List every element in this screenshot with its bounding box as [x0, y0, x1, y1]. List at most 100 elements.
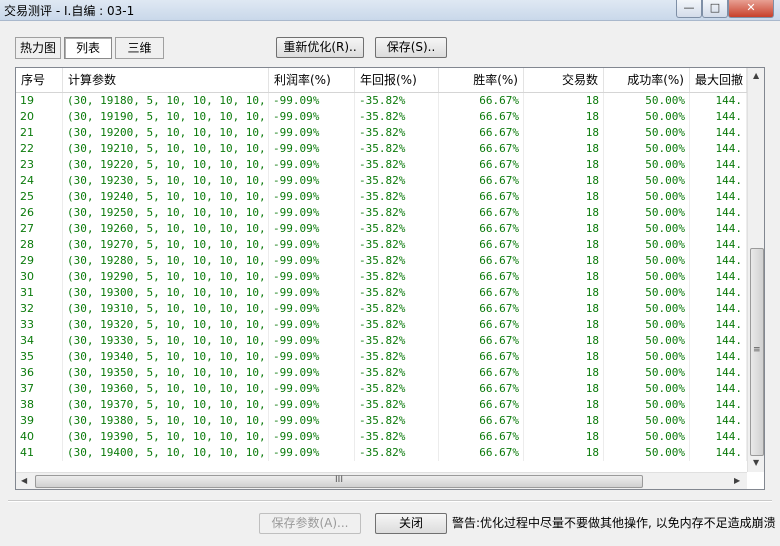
cell-params: (30, 19310, 5, 10, 10, 10, 10, 10): [63, 301, 269, 317]
cell-max-drawdown: 144.: [690, 189, 747, 205]
cell-success-rate: 50.00%: [604, 381, 690, 397]
horizontal-scroll-thumb[interactable]: III: [35, 475, 643, 488]
cell-annual-return: -35.82%: [355, 301, 439, 317]
table-row[interactable]: 26(30, 19250, 5, 10, 10, 10, 10, 10)-99.…: [16, 205, 747, 221]
scroll-up-arrow-icon[interactable]: ▲: [753, 71, 759, 80]
cell-max-drawdown: 144.: [690, 429, 747, 445]
cell-profit-rate: -99.09%: [269, 285, 355, 301]
table-row[interactable]: 25(30, 19240, 5, 10, 10, 10, 10, 10)-99.…: [16, 189, 747, 205]
cell-success-rate: 50.00%: [604, 397, 690, 413]
cell-win-rate: 66.67%: [439, 157, 524, 173]
table-row[interactable]: 36(30, 19350, 5, 10, 10, 10, 10, 10)-99.…: [16, 365, 747, 381]
table-row[interactable]: 29(30, 19280, 5, 10, 10, 10, 10, 10)-99.…: [16, 253, 747, 269]
cell-params: (30, 19370, 5, 10, 10, 10, 10, 10): [63, 397, 269, 413]
cell-success-rate: 50.00%: [604, 333, 690, 349]
table-row[interactable]: 38(30, 19370, 5, 10, 10, 10, 10, 10)-99.…: [16, 397, 747, 413]
tab-3d[interactable]: 三维: [115, 37, 164, 59]
header-win-rate[interactable]: 胜率(%): [439, 68, 524, 92]
close-icon[interactable]: ✕: [728, 0, 774, 18]
cell-seq: 41: [16, 445, 63, 461]
cell-params: (30, 19250, 5, 10, 10, 10, 10, 10): [63, 205, 269, 221]
scroll-down-arrow-icon[interactable]: ▼: [753, 458, 759, 467]
cell-seq: 23: [16, 157, 63, 173]
save-params-button[interactable]: 保存参数(A)...: [259, 513, 361, 534]
vertical-scrollbar[interactable]: ▲ ≡ ▼: [747, 68, 764, 472]
title-bar: 交易测评 - I.自编 : 03-1 — □ ✕: [0, 0, 780, 21]
cell-max-drawdown: 144.: [690, 317, 747, 333]
table-row[interactable]: 28(30, 19270, 5, 10, 10, 10, 10, 10)-99.…: [16, 237, 747, 253]
table-row[interactable]: 39(30, 19380, 5, 10, 10, 10, 10, 10)-99.…: [16, 413, 747, 429]
cell-profit-rate: -99.09%: [269, 93, 355, 109]
table-row[interactable]: 22(30, 19210, 5, 10, 10, 10, 10, 10)-99.…: [16, 141, 747, 157]
table-row[interactable]: 34(30, 19330, 5, 10, 10, 10, 10, 10)-99.…: [16, 333, 747, 349]
cell-trade-count: 18: [524, 109, 604, 125]
table-row[interactable]: 20(30, 19190, 5, 10, 10, 10, 10, 10)-99.…: [16, 109, 747, 125]
tab-heatmap[interactable]: 热力图: [15, 37, 61, 59]
cell-annual-return: -35.82%: [355, 429, 439, 445]
cell-win-rate: 66.67%: [439, 221, 524, 237]
header-max-drawdown[interactable]: 最大回撤: [690, 68, 747, 92]
cell-max-drawdown: 144.: [690, 269, 747, 285]
header-params[interactable]: 计算参数: [63, 68, 269, 92]
header-trade-count[interactable]: 交易数: [524, 68, 604, 92]
table-row[interactable]: 24(30, 19230, 5, 10, 10, 10, 10, 10)-99.…: [16, 173, 747, 189]
cell-trade-count: 18: [524, 237, 604, 253]
scroll-left-arrow-icon[interactable]: ◀: [21, 476, 27, 485]
cell-win-rate: 66.67%: [439, 205, 524, 221]
cell-annual-return: -35.82%: [355, 141, 439, 157]
header-seq[interactable]: 序号: [16, 68, 63, 92]
table-row[interactable]: 30(30, 19290, 5, 10, 10, 10, 10, 10)-99.…: [16, 269, 747, 285]
cell-seq: 40: [16, 429, 63, 445]
table-row[interactable]: 19(30, 19180, 5, 10, 10, 10, 10, 10)-99.…: [16, 93, 747, 109]
cell-seq: 35: [16, 349, 63, 365]
table-row[interactable]: 32(30, 19310, 5, 10, 10, 10, 10, 10)-99.…: [16, 301, 747, 317]
cell-win-rate: 66.67%: [439, 365, 524, 381]
cell-seq: 24: [16, 173, 63, 189]
header-profit-rate[interactable]: 利润率(%): [269, 68, 355, 92]
table-row[interactable]: 37(30, 19360, 5, 10, 10, 10, 10, 10)-99.…: [16, 381, 747, 397]
cell-trade-count: 18: [524, 93, 604, 109]
vertical-scroll-thumb[interactable]: ≡: [750, 248, 764, 456]
header-success-rate[interactable]: 成功率(%): [604, 68, 690, 92]
cell-profit-rate: -99.09%: [269, 381, 355, 397]
cell-success-rate: 50.00%: [604, 445, 690, 461]
maximize-icon[interactable]: □: [702, 0, 728, 18]
cell-success-rate: 50.00%: [604, 285, 690, 301]
cell-success-rate: 50.00%: [604, 429, 690, 445]
close-button[interactable]: 关闭: [375, 513, 447, 534]
grip-icon: ≡: [753, 345, 761, 355]
minimize-icon[interactable]: —: [676, 0, 702, 18]
cell-trade-count: 18: [524, 125, 604, 141]
table-row[interactable]: 35(30, 19340, 5, 10, 10, 10, 10, 10)-99.…: [16, 349, 747, 365]
cell-max-drawdown: 144.: [690, 157, 747, 173]
scroll-right-arrow-icon[interactable]: ▶: [734, 476, 740, 485]
cell-success-rate: 50.00%: [604, 301, 690, 317]
cell-seq: 37: [16, 381, 63, 397]
table-row[interactable]: 23(30, 19220, 5, 10, 10, 10, 10, 10)-99.…: [16, 157, 747, 173]
cell-success-rate: 50.00%: [604, 317, 690, 333]
tab-list[interactable]: 列表: [64, 37, 112, 59]
table-row[interactable]: 41(30, 19400, 5, 10, 10, 10, 10, 10)-99.…: [16, 445, 747, 461]
cell-profit-rate: -99.09%: [269, 189, 355, 205]
cell-params: (30, 19280, 5, 10, 10, 10, 10, 10): [63, 253, 269, 269]
table-row[interactable]: 33(30, 19320, 5, 10, 10, 10, 10, 10)-99.…: [16, 317, 747, 333]
horizontal-scrollbar[interactable]: ◀ III ▶: [16, 472, 747, 489]
cell-profit-rate: -99.09%: [269, 141, 355, 157]
cell-params: (30, 19300, 5, 10, 10, 10, 10, 10): [63, 285, 269, 301]
cell-win-rate: 66.67%: [439, 381, 524, 397]
cell-seq: 25: [16, 189, 63, 205]
reoptimize-button[interactable]: 重新优化(R)..: [276, 37, 364, 58]
cell-success-rate: 50.00%: [604, 221, 690, 237]
cell-max-drawdown: 144.: [690, 333, 747, 349]
table-row[interactable]: 40(30, 19390, 5, 10, 10, 10, 10, 10)-99.…: [16, 429, 747, 445]
results-table[interactable]: 序号 计算参数 利润率(%) 年回报(%) 胜率(%) 交易数 成功率(%) 最…: [15, 67, 765, 490]
cell-seq: 34: [16, 333, 63, 349]
header-annual-return[interactable]: 年回报(%): [355, 68, 439, 92]
save-button[interactable]: 保存(S)..: [375, 37, 447, 58]
cell-annual-return: -35.82%: [355, 173, 439, 189]
table-body: 19(30, 19180, 5, 10, 10, 10, 10, 10)-99.…: [16, 93, 747, 461]
table-row[interactable]: 27(30, 19260, 5, 10, 10, 10, 10, 10)-99.…: [16, 221, 747, 237]
table-row[interactable]: 21(30, 19200, 5, 10, 10, 10, 10, 10)-99.…: [16, 125, 747, 141]
table-row[interactable]: 31(30, 19300, 5, 10, 10, 10, 10, 10)-99.…: [16, 285, 747, 301]
cell-trade-count: 18: [524, 429, 604, 445]
